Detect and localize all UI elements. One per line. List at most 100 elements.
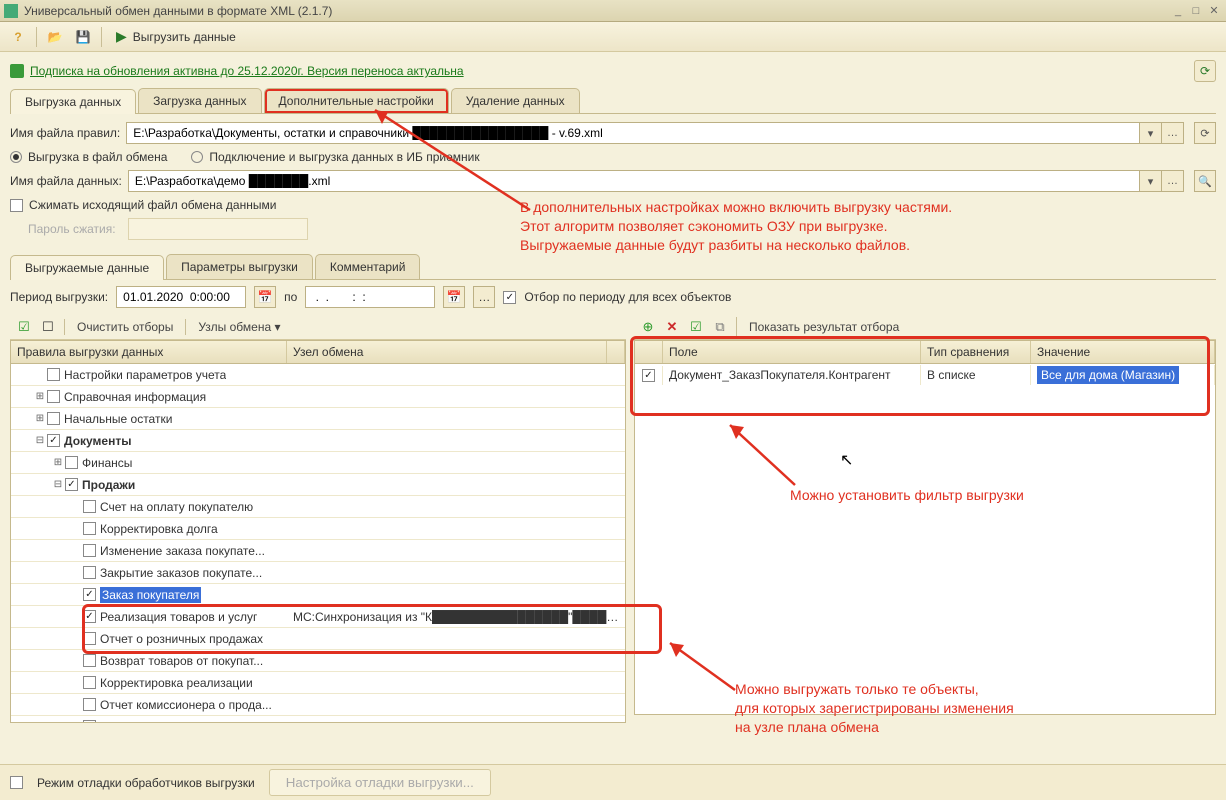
tree-checkbox[interactable] [83,720,96,722]
tree-checkbox[interactable] [65,456,78,469]
expand-icon[interactable]: ⊞ [51,457,65,468]
add-icon[interactable]: ⊕ [638,317,658,337]
tree-checkbox[interactable] [83,676,96,689]
tree-row[interactable]: Отчет комиссионера о прода... [11,694,625,716]
tree-checkbox[interactable] [83,566,96,579]
filter-checkbox[interactable] [642,369,655,382]
tree-row[interactable]: Реализация товаров и услугМС:Синхронизац… [11,606,625,628]
save-icon[interactable]: 💾 [71,25,95,49]
filter-field: Документ_ЗаказПокупателя.Контрагент [663,365,921,385]
tree-row[interactable]: ⊞Финансы [11,452,625,474]
tree-checkbox[interactable] [83,610,96,623]
filter-row[interactable]: Документ_ЗаказПокупателя.Контрагент В сп… [635,364,1215,386]
tree-checkbox[interactable] [83,632,96,645]
run-export-button[interactable]: ▶ Выгрузить данные [108,25,244,49]
clear-filters-button[interactable]: Очистить отборы [71,320,179,334]
dropdown-button[interactable]: ▾ [1140,122,1162,144]
tree-checkbox[interactable] [83,500,96,513]
tree-row[interactable]: Возврат товаров от покупат... [11,650,625,672]
reload-rules-button[interactable]: ⟳ [1194,122,1216,144]
tree-checkbox[interactable] [47,412,60,425]
period-all-checkbox[interactable] [503,291,516,304]
search-button[interactable]: 🔍 [1194,170,1216,192]
apply-icon[interactable]: ☑ [686,317,706,337]
tree-label: Отчет комиссионера о прода... [100,698,272,712]
tree-row[interactable]: ⊟Документы [11,430,625,452]
exchange-nodes-button[interactable]: Узлы обмена ▾ [192,320,286,334]
tree-row[interactable]: ⊞Начальные остатки [11,408,625,430]
radio-export-ib[interactable]: Подключение и выгрузка данных в ИБ прием… [191,150,479,164]
check-all-icon[interactable]: ☑ [14,317,34,337]
maximize-button[interactable]: □ [1188,4,1204,18]
tree-row[interactable]: Заказ покупателя [11,584,625,606]
tab-export-params[interactable]: Параметры выгрузки [166,254,313,279]
help-icon[interactable]: ? [6,25,30,49]
expand-icon[interactable]: ⊞ [33,413,47,424]
data-file-input[interactable] [128,170,1140,192]
tree-row[interactable]: Корректировка реализации [11,672,625,694]
tree-row[interactable]: Настройки параметров учета [11,364,625,386]
separator [101,27,102,47]
tree-checkbox[interactable] [47,368,60,381]
tree-row[interactable]: ⊟ Продажи [11,474,625,496]
tree-checkbox[interactable] [83,588,96,601]
tab-advanced[interactable]: Дополнительные настройки [264,88,449,113]
dropdown-button[interactable]: ▾ [1140,170,1162,192]
calendar-icon[interactable]: 📅 [443,286,465,308]
tab-export[interactable]: Выгрузка данных [10,89,136,114]
tree-checkbox[interactable] [47,434,60,447]
tree-checkbox[interactable] [83,698,96,711]
calendar-icon[interactable]: 📅 [254,286,276,308]
tree-checkbox[interactable] [47,390,60,403]
tree-checkbox[interactable] [83,544,96,557]
col-spacer [607,341,625,363]
delete-icon[interactable]: ✕ [662,317,682,337]
app-icon [4,4,18,18]
show-filter-result-button[interactable]: Показать результат отбора [743,320,905,334]
date-from-input[interactable] [116,286,246,308]
filter-body[interactable]: Документ_ЗаказПокупателя.Контрагент В сп… [635,364,1215,714]
period-browse-button[interactable]: … [473,286,495,308]
radio-export-file[interactable]: Выгрузка в файл обмена [10,150,167,164]
close-button[interactable]: ✕ [1206,4,1222,18]
uncheck-all-icon[interactable]: ☐ [38,317,58,337]
debug-mode-checkbox[interactable] [10,776,23,789]
col-compare: Тип сравнения [921,341,1031,363]
between-label: по [284,290,297,304]
debug-settings-button[interactable]: Настройка отладки выгрузки... [269,769,491,796]
password-input[interactable] [128,218,308,240]
tree-row[interactable]: Изменение заказа покупате... [11,540,625,562]
tree-checkbox[interactable] [83,522,96,535]
minimize-button[interactable]: _ [1170,4,1186,18]
tree-label: Счет на оплату покупателю [100,500,253,514]
tree-label: Продажи [82,478,135,492]
tab-comment[interactable]: Комментарий [315,254,421,279]
copy-icon[interactable]: ⧉ [710,317,730,337]
browse-button[interactable]: … [1162,170,1184,192]
browse-button[interactable]: … [1162,122,1184,144]
expand-icon[interactable]: ⊞ [33,391,47,402]
tree-row[interactable]: Закрытие заказов покупате... [11,562,625,584]
tree-checkbox[interactable] [65,478,78,491]
compress-checkbox[interactable] [10,199,23,212]
tree-row[interactable]: Счет на оплату покупателю [11,496,625,518]
col-rules: Правила выгрузки данных [11,341,287,363]
tree-row[interactable]: План продаж [11,716,625,722]
tree-row[interactable]: Корректировка долга [11,518,625,540]
run-label: Выгрузить данные [133,30,236,44]
tab-import[interactable]: Загрузка данных [138,88,261,113]
filter-value[interactable]: Все для дома (Магазин) [1037,366,1179,384]
tree-row[interactable]: Отчет о розничных продажах [11,628,625,650]
tree-body[interactable]: Настройки параметров учета⊞Справочная ин… [11,364,625,722]
tab-delete[interactable]: Удаление данных [451,88,580,113]
expand-icon[interactable]: ⊟ [33,435,47,446]
date-to-input[interactable] [305,286,435,308]
tab-exported-data[interactable]: Выгружаемые данные [10,255,164,280]
rules-file-input[interactable] [126,122,1140,144]
tree-row[interactable]: ⊞Справочная информация [11,386,625,408]
open-icon[interactable]: 📂 [43,25,67,49]
tree-checkbox[interactable] [83,654,96,667]
subscription-link[interactable]: Подписка на обновления активна до 25.12.… [10,64,464,78]
refresh-button[interactable]: ⟳ [1194,60,1216,82]
expand-icon[interactable]: ⊟ [51,479,65,490]
